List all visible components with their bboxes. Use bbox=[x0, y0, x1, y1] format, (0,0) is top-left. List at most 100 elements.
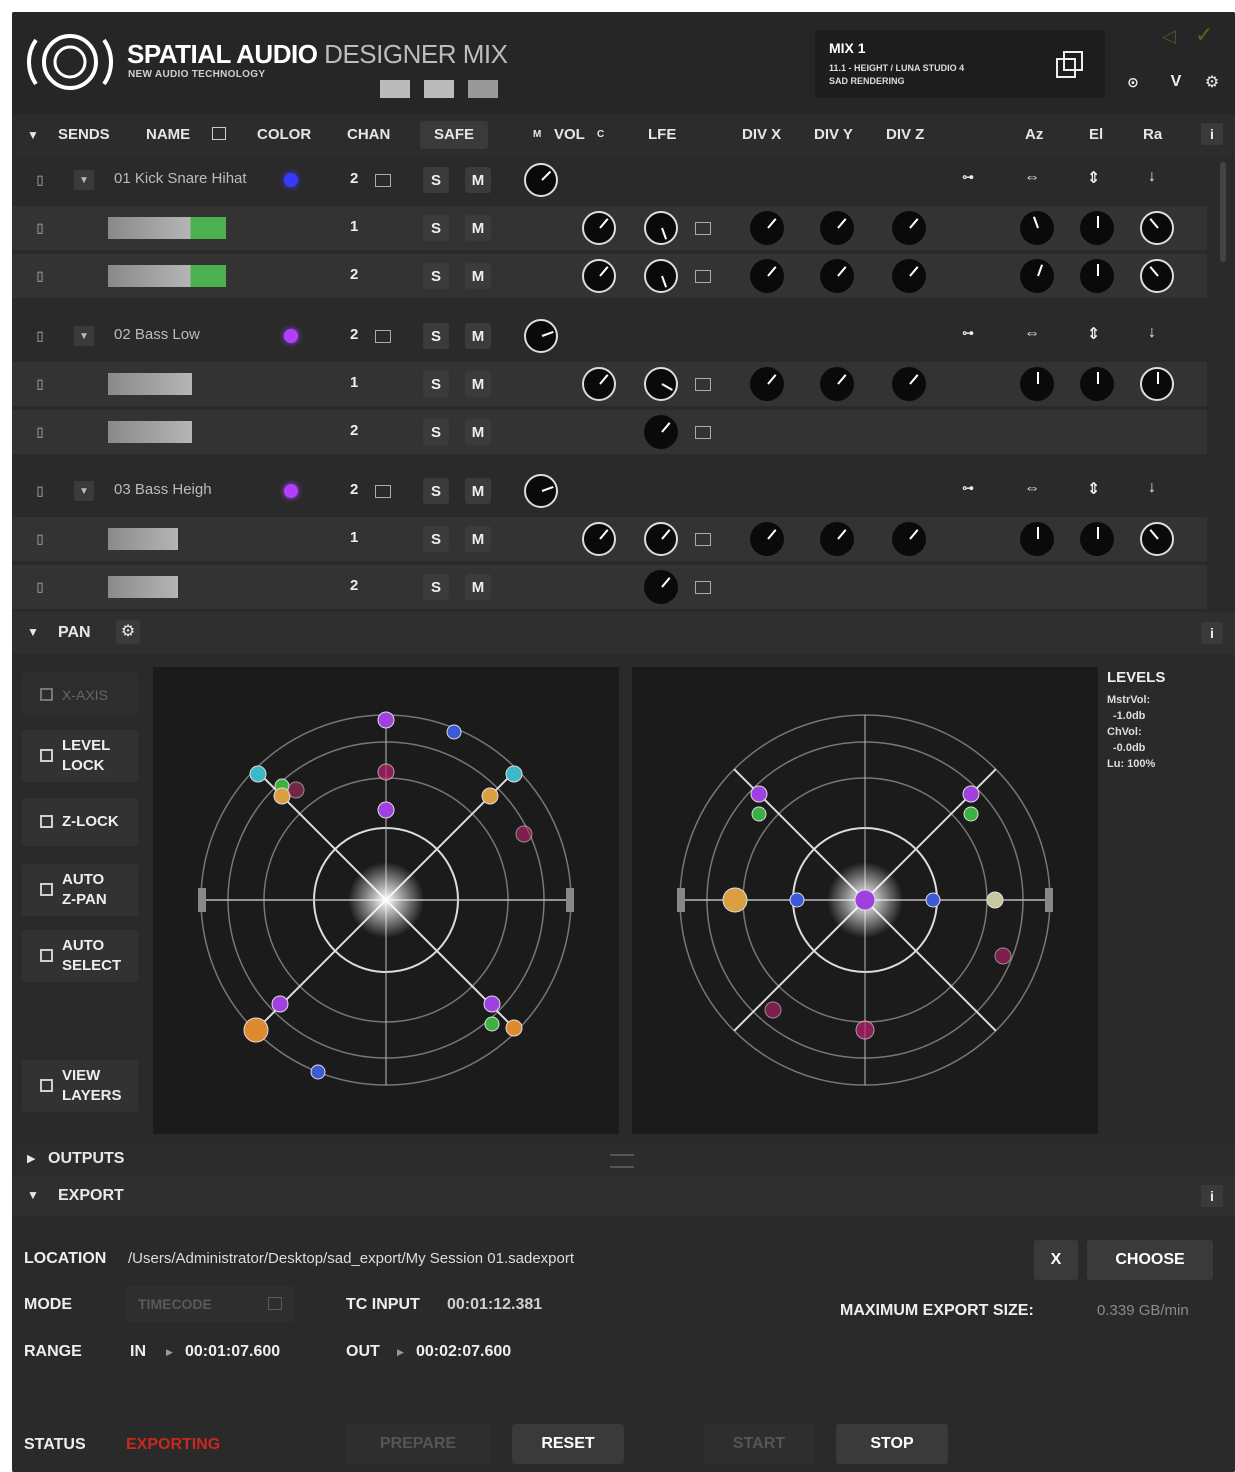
pan-source-marker[interactable] bbox=[287, 781, 305, 799]
pan-source-marker[interactable] bbox=[271, 995, 289, 1013]
az-knob[interactable] bbox=[1020, 522, 1054, 556]
copy-window-icon[interactable] bbox=[1055, 50, 1085, 80]
lfe-knob[interactable] bbox=[644, 415, 678, 449]
lfe-knob[interactable] bbox=[644, 367, 678, 401]
pan-source-marker[interactable] bbox=[377, 801, 395, 819]
level-lock-toggle[interactable]: LEVEL LOCK bbox=[22, 730, 138, 782]
pan-source-marker[interactable] bbox=[962, 785, 980, 803]
divy-knob[interactable] bbox=[820, 367, 854, 401]
pan-source-marker[interactable] bbox=[249, 765, 267, 783]
solo-button[interactable]: S bbox=[423, 323, 449, 349]
vol-knob[interactable] bbox=[582, 259, 616, 293]
pan-source-marker[interactable] bbox=[483, 995, 501, 1013]
auto-select-toggle[interactable]: AUTO SELECT bbox=[22, 930, 138, 982]
mute-button[interactable]: M bbox=[465, 574, 491, 600]
chan-link-icon[interactable] bbox=[375, 174, 391, 187]
location-path[interactable]: /Users/Administrator/Desktop/sad_export/… bbox=[128, 1250, 574, 1267]
pan-view-side[interactable] bbox=[632, 667, 1098, 1134]
stop-button[interactable]: STOP bbox=[836, 1424, 948, 1464]
lock-icon[interactable]: ▯ bbox=[32, 325, 48, 347]
divy-knob[interactable] bbox=[820, 522, 854, 556]
settings-gear-icon[interactable]: ⚙ bbox=[1198, 68, 1226, 96]
col-sends[interactable]: SENDS bbox=[58, 126, 110, 143]
track-name[interactable]: 03 Bass Heigh bbox=[114, 481, 212, 498]
drop-icon[interactable]: ↓ bbox=[1148, 168, 1156, 186]
pan-side-view-diagram[interactable] bbox=[632, 667, 1098, 1134]
divz-knob[interactable] bbox=[892, 522, 926, 556]
lock-icon[interactable]: ▯ bbox=[32, 169, 48, 191]
mirror-x-icon[interactable]: ⇔ bbox=[1024, 480, 1040, 498]
pan-info-icon[interactable]: i bbox=[1201, 622, 1223, 644]
el-knob[interactable] bbox=[1080, 211, 1114, 245]
volume-knob[interactable] bbox=[524, 163, 558, 197]
pan-source-marker[interactable] bbox=[789, 892, 805, 908]
outputs-expand-icon[interactable]: ▶ bbox=[27, 1152, 35, 1165]
view-3d-icon[interactable]: ⊙ bbox=[1119, 68, 1147, 96]
volume-knob[interactable] bbox=[524, 474, 558, 508]
pan-source-marker[interactable] bbox=[377, 711, 395, 729]
ra-knob[interactable] bbox=[1140, 367, 1174, 401]
lfe-knob[interactable] bbox=[644, 570, 678, 604]
mute-button[interactable]: M bbox=[465, 478, 491, 504]
divz-knob[interactable] bbox=[892, 367, 926, 401]
el-knob[interactable] bbox=[1080, 522, 1114, 556]
pan-top-view-diagram[interactable] bbox=[153, 667, 619, 1134]
mute-button[interactable]: M bbox=[465, 263, 491, 289]
lfe-link-icon[interactable] bbox=[695, 533, 711, 546]
link-icon[interactable]: ⊶ bbox=[962, 326, 974, 340]
auto-z-pan-toggle[interactable]: AUTO Z-PAN bbox=[22, 864, 138, 916]
track-color-swatch[interactable] bbox=[284, 484, 298, 498]
pan-source-marker[interactable] bbox=[925, 892, 941, 908]
solo-button[interactable]: S bbox=[423, 574, 449, 600]
volume-knob[interactable] bbox=[524, 319, 558, 353]
pan-source-marker[interactable] bbox=[855, 1020, 875, 1040]
mix-selector[interactable]: MIX 1 11.1 - HEIGHT / LUNA STUDIO 4 SAD … bbox=[815, 30, 1105, 98]
name-link-icon[interactable] bbox=[212, 127, 226, 140]
expand-track-icon[interactable]: ▼ bbox=[74, 326, 94, 346]
pan-source-marker[interactable] bbox=[750, 785, 768, 803]
mirror-y-icon[interactable]: ⇕ bbox=[1087, 479, 1100, 499]
in-value[interactable]: 00:01:07.600 bbox=[185, 1343, 280, 1361]
pan-source-marker[interactable] bbox=[481, 787, 499, 805]
lfe-knob[interactable] bbox=[644, 259, 678, 293]
resize-handle-icon[interactable] bbox=[610, 1154, 634, 1168]
pan-source-marker[interactable] bbox=[764, 1001, 782, 1019]
pan-source-marker[interactable] bbox=[751, 806, 767, 822]
mirror-y-icon[interactable]: ⇕ bbox=[1087, 168, 1100, 188]
mirror-x-icon[interactable]: ⇔ bbox=[1024, 325, 1040, 343]
reset-button[interactable]: RESET bbox=[512, 1424, 624, 1464]
layout-3-icon[interactable] bbox=[468, 80, 498, 98]
out-value[interactable]: 00:02:07.600 bbox=[416, 1343, 511, 1361]
pan-settings-gear-icon[interactable]: ⚙ bbox=[116, 620, 140, 644]
vol-knob[interactable] bbox=[582, 367, 616, 401]
track-name[interactable]: 01 Kick Snare Hihat bbox=[114, 170, 247, 187]
sends-scrollbar[interactable] bbox=[1220, 162, 1226, 262]
layout-1-icon[interactable] bbox=[380, 80, 410, 98]
ra-knob[interactable] bbox=[1140, 259, 1174, 293]
view-layers-toggle[interactable]: VIEW LAYERS bbox=[22, 1060, 138, 1112]
divx-knob[interactable] bbox=[750, 367, 784, 401]
mute-button[interactable]: M bbox=[465, 167, 491, 193]
az-knob[interactable] bbox=[1020, 367, 1054, 401]
expand-track-icon[interactable]: ▼ bbox=[74, 170, 94, 190]
track-color-swatch[interactable] bbox=[284, 329, 298, 343]
solo-button[interactable]: S bbox=[423, 263, 449, 289]
mute-button[interactable]: M bbox=[465, 371, 491, 397]
z-lock-toggle[interactable]: Z-LOCK bbox=[22, 798, 138, 846]
pan-source-marker[interactable] bbox=[484, 1016, 500, 1032]
tc-input-value[interactable]: 00:01:12.381 bbox=[447, 1296, 542, 1314]
divy-knob[interactable] bbox=[820, 259, 854, 293]
lfe-link-icon[interactable] bbox=[695, 270, 711, 283]
lock-icon[interactable]: ▯ bbox=[32, 373, 48, 395]
divz-knob[interactable] bbox=[892, 211, 926, 245]
col-safe-button[interactable]: SAFE bbox=[420, 121, 488, 149]
pan-source-marker[interactable] bbox=[505, 765, 523, 783]
start-button[interactable]: START bbox=[704, 1424, 814, 1464]
choose-location-button[interactable]: CHOOSE bbox=[1087, 1240, 1213, 1280]
export-info-icon[interactable]: i bbox=[1201, 1185, 1223, 1207]
ra-knob[interactable] bbox=[1140, 211, 1174, 245]
lfe-link-icon[interactable] bbox=[695, 426, 711, 439]
lfe-knob[interactable] bbox=[644, 522, 678, 556]
lock-icon[interactable]: ▯ bbox=[32, 421, 48, 443]
expand-track-icon[interactable]: ▼ bbox=[74, 481, 94, 501]
